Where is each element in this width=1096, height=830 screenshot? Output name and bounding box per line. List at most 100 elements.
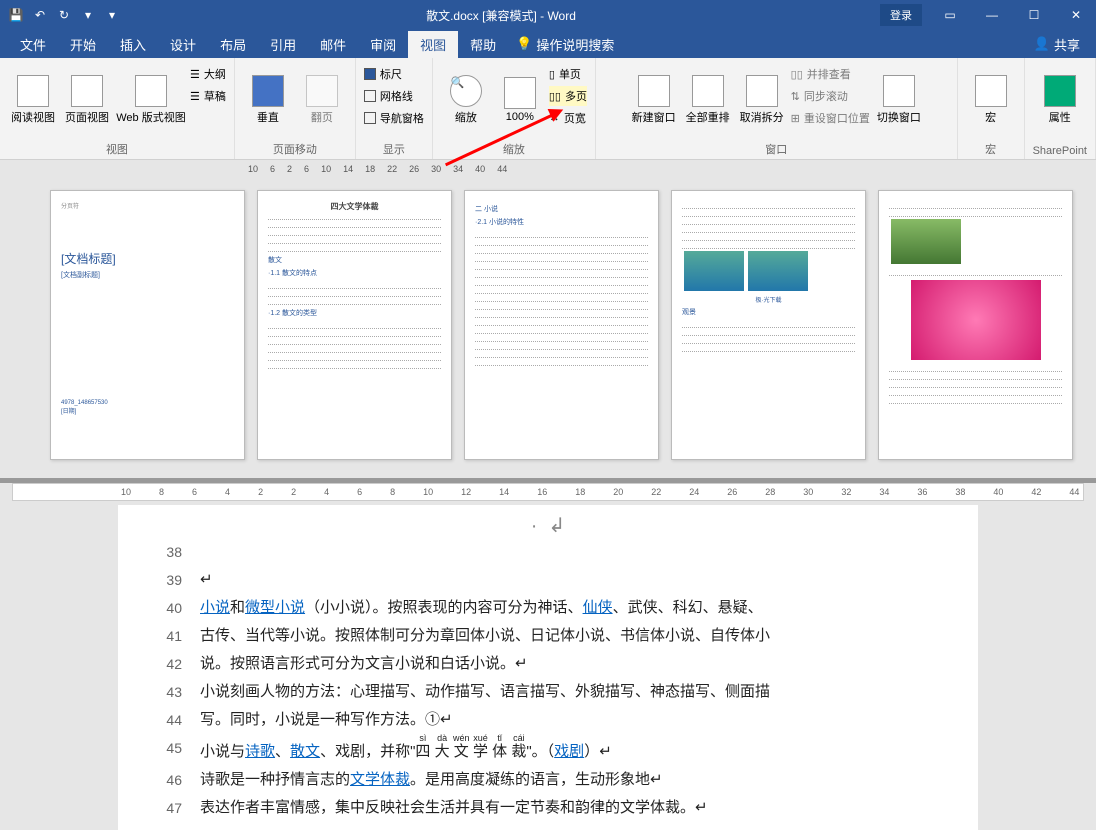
reset-pos-button: ⊞重设窗口位置 [791, 108, 870, 128]
group-window-label: 窗口 [765, 139, 787, 157]
tab-help[interactable]: 帮助 [458, 31, 508, 58]
qat-more-icon[interactable]: ▾ [78, 5, 98, 25]
zoom-100-button[interactable]: 100% [495, 62, 545, 138]
line-text[interactable]: 说。按照语言形式可分为文言小说和白话小说。↵ [200, 650, 938, 678]
side-by-side-button: ▯▯并排查看 [791, 64, 870, 84]
tab-view[interactable]: 视图 [408, 31, 458, 58]
nav-checkbox[interactable]: 导航窗格 [364, 108, 424, 128]
maximize-icon[interactable]: ☐ [1014, 1, 1054, 29]
tab-mail[interactable]: 邮件 [308, 31, 358, 58]
text-line[interactable]: 42 说。按照语言形式可分为文言小说和白话小说。↵ [158, 650, 938, 678]
group-macros-label: 宏 [985, 139, 996, 157]
tab-file[interactable]: 文件 [8, 31, 58, 58]
tab-design[interactable]: 设计 [158, 31, 208, 58]
page-thumb-1[interactable]: 分页符 [文档标题] [文档副标题] 4978_148657530 [日期] [50, 190, 245, 460]
text-line[interactable]: 41 古传、当代等小说。按照体制可分为章回体小说、日记体小说、书信体小说、自传体小 [158, 622, 938, 650]
vertical-icon [252, 75, 284, 107]
text-line[interactable]: 44写。同时，小说是一种写作方法。①↵ [158, 706, 938, 734]
macros-icon [975, 75, 1007, 107]
tell-me[interactable]: 💡 操作说明搜索 [508, 31, 622, 58]
line-text[interactable]: 小说和微型小说（小小说）。按照表现的内容可分为神话、仙侠、武侠、科幻、悬疑、 [200, 594, 938, 622]
minimize-icon[interactable]: — [972, 1, 1012, 29]
group-show-label: 显示 [383, 139, 405, 157]
tab-insert[interactable]: 插入 [108, 31, 158, 58]
group-pagemove-label: 页面移动 [273, 139, 317, 157]
text-line[interactable]: 45 小说与诗歌、散文、戏剧，并称"四sì 大dà 文wén 学xué 体tǐ 裁… [158, 734, 938, 766]
switch-window-button[interactable]: 切换窗口 [874, 62, 924, 138]
print-view-button[interactable]: 页面视图 [62, 62, 112, 138]
thumb-image [891, 219, 961, 264]
line-text[interactable]: 诗歌是一种抒情言志的文学体裁。是用高度凝练的语言，生动形象地↵ [200, 766, 938, 794]
line-number: 42 [158, 650, 182, 678]
qat-dropdown-icon[interactable]: ▾ [102, 5, 122, 25]
line-number: 41 [158, 622, 182, 650]
line-number: 39 [158, 566, 182, 594]
tab-review[interactable]: 审阅 [358, 31, 408, 58]
page-thumb-3[interactable]: 二 小说 ·2.1 小说的特性 [464, 190, 659, 460]
page-thumb-4[interactable]: 极·光下载 观景 [671, 190, 866, 460]
text-line[interactable]: 38 [158, 538, 938, 566]
thumbnail-pane[interactable]: 分页符 [文档标题] [文档副标题] 4978_148657530 [日期] 四… [0, 178, 1096, 478]
macros-button[interactable]: 宏 [966, 62, 1016, 138]
props-icon [1044, 75, 1076, 107]
arrange-button[interactable]: 全部重排 [683, 62, 733, 138]
new-window-button[interactable]: 新建窗口 [629, 62, 679, 138]
ruler-checkbox[interactable]: 标尺 [364, 64, 424, 84]
window-title: 散文.docx [兼容模式] - Word [122, 7, 880, 24]
single-icon: ▯ [549, 68, 555, 81]
reset-icon: ⊞ [791, 112, 800, 125]
line-text[interactable]: 表达作者丰富情感，集中反映社会生活并具有一定节奏和韵律的文学体裁。↵ [200, 794, 938, 822]
line-text[interactable]: 小说刻画人物的方法：心理描写、动作描写、语言描写、外貌描写、神态描写、侧面描 [200, 678, 938, 706]
ribbon-options-icon[interactable]: ▭ [930, 1, 970, 29]
newwin-icon [638, 75, 670, 107]
draft-button[interactable]: ☰草稿 [190, 86, 226, 106]
group-sharepoint-label: SharePoint [1033, 143, 1087, 157]
line-text[interactable]: ↵ [200, 566, 938, 594]
text-line[interactable]: 46诗歌是一种抒情言志的文学体裁。是用高度凝练的语言，生动形象地↵ [158, 766, 938, 794]
sync-icon: ⇅ [791, 90, 800, 103]
line-number: 40 [158, 594, 182, 622]
redo-icon[interactable]: ↻ [54, 5, 74, 25]
line-text[interactable]: 小说与诗歌、散文、戏剧，并称"四sì 大dà 文wén 学xué 体tǐ 裁cá… [200, 734, 938, 766]
line-number: 47 [158, 794, 182, 822]
undo-icon[interactable]: ↶ [30, 5, 50, 25]
grid-checkbox[interactable]: 网格线 [364, 86, 424, 106]
tab-references[interactable]: 引用 [258, 31, 308, 58]
document-page[interactable]: · ↲ 3839↵40小说和微型小说（小小说）。按照表现的内容可分为神话、仙侠、… [118, 505, 978, 830]
line-text[interactable]: 写。同时，小说是一种写作方法。①↵ [200, 706, 938, 734]
line-text[interactable] [200, 538, 938, 566]
split-button[interactable]: 取消拆分 [737, 62, 787, 138]
single-page-button[interactable]: ▯单页 [549, 64, 587, 84]
print-icon [71, 75, 103, 107]
horizontal-ruler[interactable]: 1086422468101214161820222426283032343638… [12, 483, 1084, 501]
save-icon[interactable]: 💾 [6, 5, 26, 25]
lightbulb-icon: 💡 [516, 36, 532, 52]
tab-home[interactable]: 开始 [58, 31, 108, 58]
line-number: 45 [158, 734, 182, 766]
line-number: 38 [158, 538, 182, 566]
text-line[interactable]: 43 小说刻画人物的方法：心理描写、动作描写、语言描写、外貌描写、神态描写、侧面描 [158, 678, 938, 706]
flip-button[interactable]: 翻页 [297, 62, 347, 138]
tab-layout[interactable]: 布局 [208, 31, 258, 58]
login-button[interactable]: 登录 [880, 4, 922, 26]
text-line[interactable]: 47 表达作者丰富情感，集中反映社会生活并具有一定节奏和韵律的文学体裁。↵ [158, 794, 938, 822]
page-thumb-2[interactable]: 四大文学体裁 散文 ·1.1 散文的特点 ·1.2 散文的类型 [257, 190, 452, 460]
properties-button[interactable]: 属性 [1035, 62, 1085, 138]
line-text[interactable]: 古传、当代等小说。按照体制可分为章回体小说、日记体小说、书信体小说、自传体小 [200, 622, 938, 650]
close-icon[interactable]: ✕ [1056, 1, 1096, 29]
share-button[interactable]: 👤 共享 [1026, 31, 1088, 58]
multi-page-button[interactable]: ▯▯多页 [549, 86, 587, 106]
outline-button[interactable]: ☰大纲 [190, 64, 226, 84]
thumb-image [911, 280, 1041, 360]
text-line[interactable]: 39 ↵ [158, 566, 938, 594]
line-number: 43 [158, 678, 182, 706]
zoom-icon: 🔍 [450, 75, 482, 107]
thumb-image [748, 251, 808, 291]
read-view-button[interactable]: 阅读视图 [8, 62, 58, 138]
vertical-button[interactable]: 垂直 [243, 62, 293, 138]
zoom-button[interactable]: 🔍缩放 [441, 62, 491, 138]
text-line[interactable]: 40 小说和微型小说（小小说）。按照表现的内容可分为神话、仙侠、武侠、科幻、悬疑、 [158, 594, 938, 622]
page-thumb-5[interactable] [878, 190, 1073, 460]
top-ruler: 10626101418222630344044 [0, 160, 1096, 178]
web-view-button[interactable]: Web 版式视图 [116, 62, 186, 138]
